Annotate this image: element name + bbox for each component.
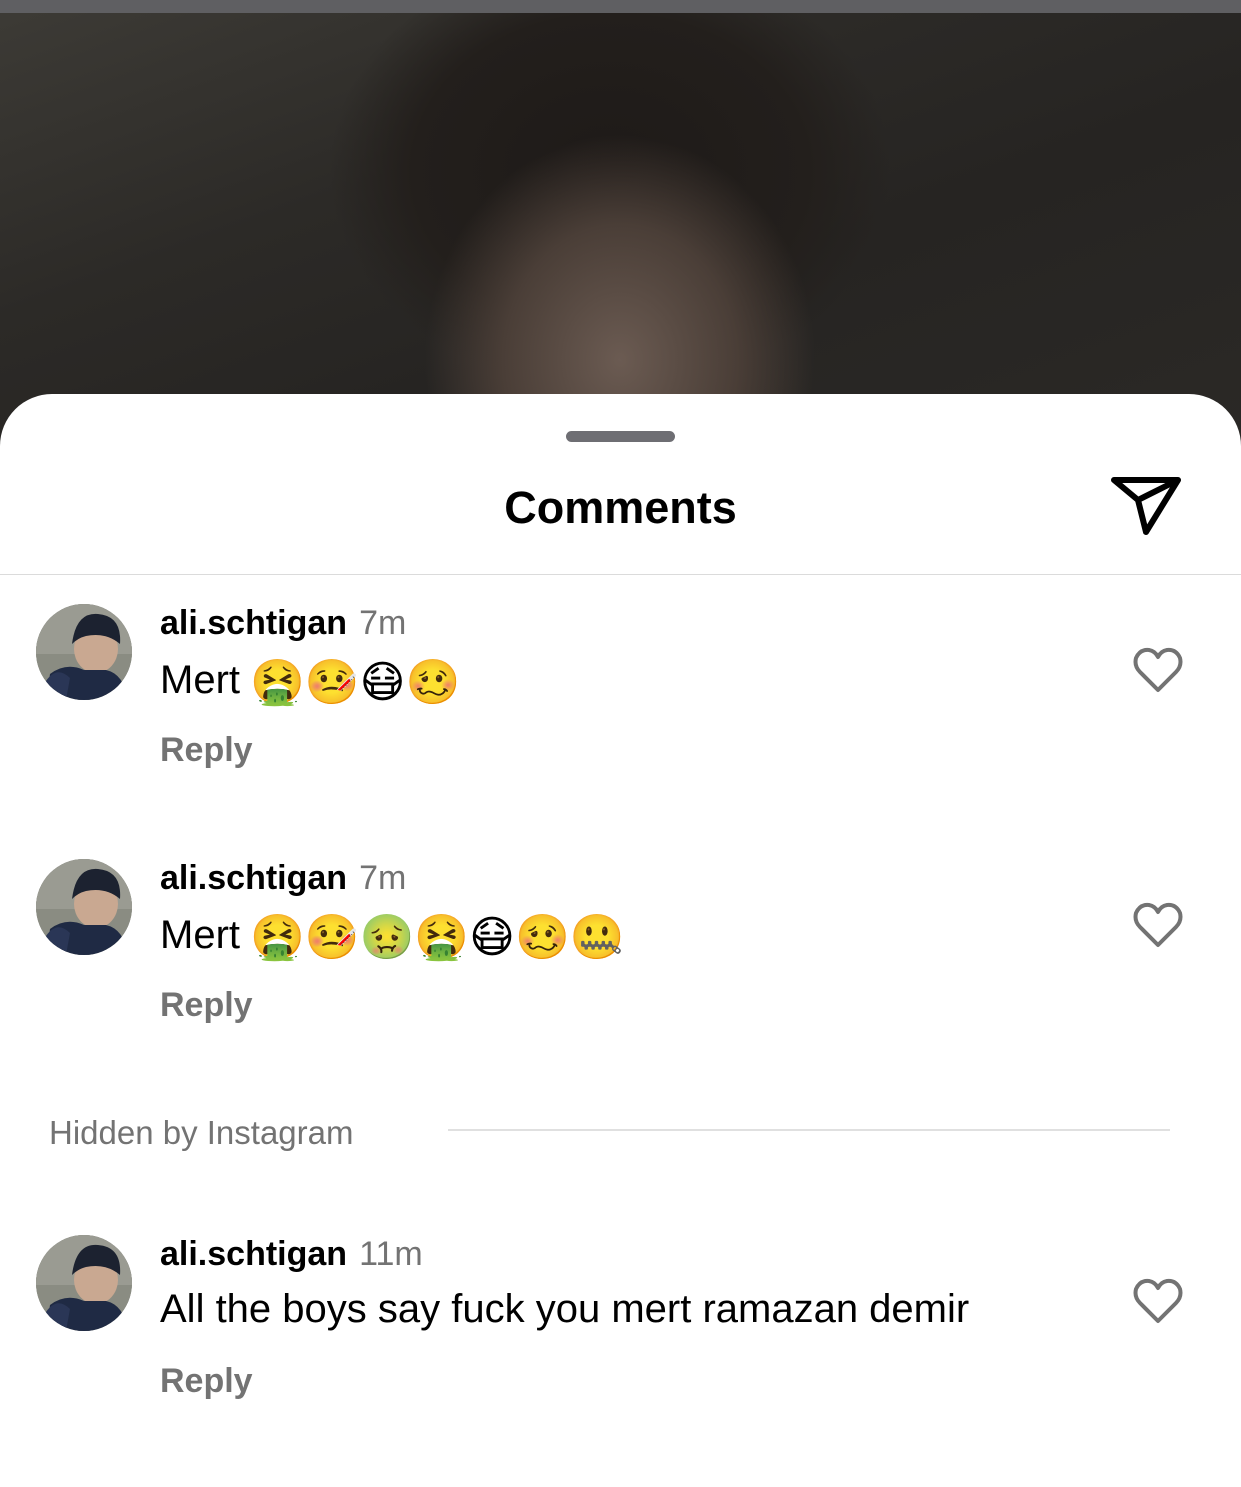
sheet-grabber-handle[interactable] bbox=[566, 431, 675, 442]
comment-timestamp: 7m bbox=[359, 859, 407, 897]
comment-emojis: 🤮🤒🤢🤮😷🥴🤐 bbox=[250, 912, 625, 963]
comment-text: All the boys say fuck you mert ramazan d… bbox=[160, 1287, 969, 1332]
header-divider bbox=[0, 574, 1241, 575]
comment-item: ali.schtigan 7m Mert 🤮🤒🤢🤮😷🥴🤐 Reply bbox=[0, 859, 1241, 1039]
hidden-section-divider bbox=[448, 1129, 1170, 1131]
comment-item: ali.schtigan 7m Mert 🤮🤒😷🥴 Reply bbox=[0, 604, 1241, 784]
comment-item: ali.schtigan 11m All the boys say fuck yo… bbox=[0, 1235, 1241, 1415]
hidden-by-instagram-label: Hidden by Instagram bbox=[49, 1114, 354, 1151]
comment-username[interactable]: ali.schtigan 11m bbox=[160, 1235, 423, 1274]
comment-emojis: 🤮🤒😷🥴 bbox=[250, 657, 461, 708]
comment-text: Mert 🤮🤒😷🥴 bbox=[160, 656, 460, 708]
comment-message: All the boys say fuck you mert ramazan d… bbox=[160, 1287, 970, 1331]
heart-outline-icon[interactable] bbox=[1132, 646, 1184, 694]
comment-timestamp: 11m bbox=[359, 1235, 423, 1273]
reply-button[interactable]: Reply bbox=[160, 731, 253, 770]
heart-outline-icon[interactable] bbox=[1132, 901, 1184, 949]
comments-sheet: Comments ali.schtigan7m Mert🤮🤒😷🥴 Reply bbox=[0, 394, 1241, 1487]
comment-username[interactable]: ali.schtigan 7m bbox=[160, 604, 406, 643]
sheet-title: Comments bbox=[504, 482, 737, 533]
avatar[interactable] bbox=[36, 1235, 132, 1331]
comment-message: Mert bbox=[160, 658, 240, 702]
username-text[interactable]: ali.schtigan bbox=[160, 859, 347, 897]
paper-plane-icon[interactable] bbox=[1110, 476, 1182, 536]
heart-outline-icon[interactable] bbox=[1132, 1277, 1184, 1325]
status-strip bbox=[0, 0, 1241, 13]
comment-text: Mert 🤮🤒🤢🤮😷🥴🤐 bbox=[160, 911, 625, 963]
avatar[interactable] bbox=[36, 604, 132, 700]
comment-username[interactable]: ali.schtigan 7m bbox=[160, 859, 406, 898]
comment-message: Mert bbox=[160, 913, 240, 957]
username-text[interactable]: ali.schtigan bbox=[160, 1235, 347, 1273]
comment-timestamp: 7m bbox=[359, 604, 407, 642]
username-text[interactable]: ali.schtigan bbox=[160, 604, 347, 642]
reply-button[interactable]: Reply bbox=[160, 1362, 253, 1401]
post-photo-background bbox=[0, 0, 1241, 460]
avatar[interactable] bbox=[36, 859, 132, 955]
reply-button[interactable]: Reply bbox=[160, 986, 253, 1025]
